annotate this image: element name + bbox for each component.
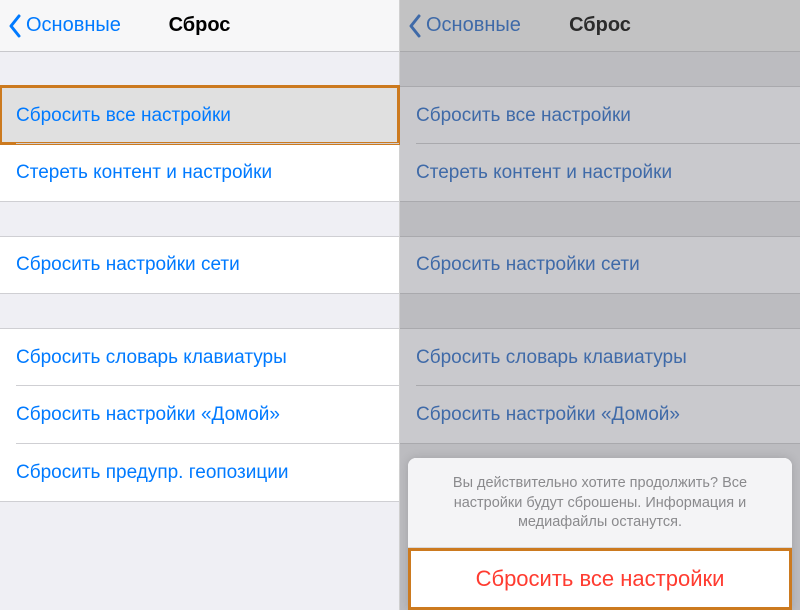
sheet-confirm-button[interactable]: Сбросить все настройки [408,548,792,610]
row-label: Сбросить словарь клавиатуры [16,347,287,369]
panel-left: Основные Сброс Сбросить все настройки Ст… [0,0,400,610]
row-reset-home[interactable]: Сбросить настройки «Домой» [400,386,800,444]
row-label: Стереть контент и настройки [16,162,272,184]
row-reset-keyboard[interactable]: Сбросить словарь клавиатуры [0,328,399,386]
row-reset-all[interactable]: Сбросить все настройки [0,86,399,144]
row-erase-content[interactable]: Стереть контент и настройки [400,144,800,202]
navbar: Основные Сброс [0,0,399,52]
group-gap [0,294,399,328]
row-label: Сбросить настройки «Домой» [416,404,680,426]
page-title: Сброс [569,14,631,37]
back-button[interactable]: Основные [408,14,521,38]
row-reset-keyboard[interactable]: Сбросить словарь клавиатуры [400,328,800,386]
row-erase-content[interactable]: Стереть контент и настройки [0,144,399,202]
sheet-message: Вы действительно хотите продолжить? Все … [408,458,792,548]
group-gap [0,202,399,236]
row-label: Сбросить предупр. геопозиции [16,462,288,484]
row-reset-network[interactable]: Сбросить настройки сети [0,236,399,294]
group-gap [400,202,800,236]
page-title: Сброс [169,14,231,37]
chevron-left-icon [8,14,22,38]
action-sheet: Вы действительно хотите продолжить? Все … [408,458,792,610]
row-label: Сбросить настройки сети [16,254,240,276]
chevron-left-icon [408,14,422,38]
content: Сбросить все настройки Стереть контент и… [0,52,399,610]
row-label: Сбросить все настройки [416,105,631,127]
back-label: Основные [26,14,121,37]
row-label: Сбросить словарь клавиатуры [416,347,687,369]
back-button[interactable]: Основные [8,14,121,38]
row-reset-network[interactable]: Сбросить настройки сети [400,236,800,294]
group-gap [400,294,800,328]
row-reset-location[interactable]: Сбросить предупр. геопозиции [0,444,399,502]
back-label: Основные [426,14,521,37]
row-reset-home[interactable]: Сбросить настройки «Домой» [0,386,399,444]
panel-right: Основные Сброс Сбросить все настройки Ст… [400,0,800,610]
row-reset-all[interactable]: Сбросить все настройки [400,86,800,144]
group-gap [400,52,800,86]
row-label: Сбросить все настройки [16,105,231,127]
row-label: Сбросить настройки «Домой» [16,404,280,426]
group-gap [0,52,399,86]
row-label: Сбросить настройки сети [416,254,640,276]
sheet-confirm-label: Сбросить все настройки [476,566,725,592]
row-label: Стереть контент и настройки [416,162,672,184]
navbar: Основные Сброс [400,0,800,52]
